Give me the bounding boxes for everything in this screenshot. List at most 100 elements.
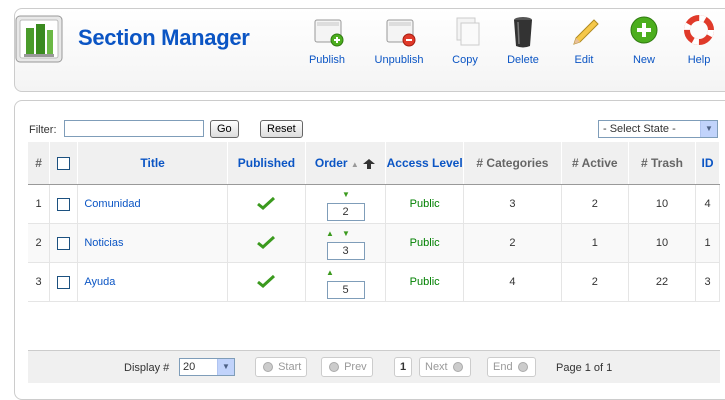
copy-button[interactable]: Copy	[438, 10, 492, 76]
edit-label: Edit	[574, 54, 594, 66]
trash-count: 10	[628, 184, 697, 224]
help-button[interactable]: Help	[672, 10, 725, 76]
filter-label: Filter:	[29, 124, 57, 136]
col-access-level[interactable]: Access Level	[385, 142, 465, 185]
active-count: 2	[561, 262, 629, 302]
col-title[interactable]: Title	[77, 142, 228, 185]
publish-button[interactable]: Publish	[300, 10, 354, 76]
new-label: New	[632, 54, 655, 66]
lifebuoy-icon	[684, 15, 714, 45]
sections-table: # Title Published Order ▲ Access Level #…	[28, 142, 720, 302]
edit-button[interactable]: Edit	[557, 10, 611, 76]
new-button[interactable]: New	[617, 10, 671, 76]
order-input[interactable]: 5	[326, 281, 365, 299]
next-icon	[452, 362, 463, 373]
unpublish-icon	[386, 19, 416, 47]
display-label: Display #	[124, 362, 170, 374]
state-select[interactable]: - Select State - ▼	[598, 120, 718, 138]
page-title: Section Manager	[78, 25, 250, 50]
col-num: #	[28, 142, 51, 185]
col-checkall[interactable]	[49, 142, 79, 185]
move-up-icon[interactable]: ▲	[326, 230, 334, 238]
col-categories: # Categories	[463, 142, 562, 185]
delete-button[interactable]: Delete	[496, 10, 550, 76]
col-published[interactable]: Published	[227, 142, 306, 185]
page-info: Page 1 of 1	[556, 362, 613, 374]
table-row: 3 Ayuda ▲ 5 Public 4 2 22 3	[28, 262, 720, 302]
row-id: 1	[695, 223, 720, 263]
categories-count: 4	[463, 262, 562, 302]
display-limit-select[interactable]: 20 ▼	[179, 358, 235, 376]
trash-icon	[514, 17, 532, 48]
section-manager-icon	[14, 14, 64, 64]
trash-count: 22	[628, 262, 697, 302]
filter-input[interactable]	[64, 120, 204, 137]
publish-label: Publish	[308, 54, 346, 66]
table-row: 1 Comunidad ▼ 2 Public 3 2 10 4	[28, 184, 720, 224]
sort-asc-icon: ▲	[350, 160, 359, 169]
prev-label: Prev	[344, 361, 367, 373]
unpublish-label: Unpublish	[374, 54, 424, 66]
reset-button[interactable]: Reset	[260, 120, 303, 138]
row-id: 3	[695, 262, 720, 302]
end-icon	[517, 362, 528, 373]
order-input[interactable]: 2	[326, 203, 365, 221]
table-row: 2 Noticias ▲ ▼ 3 Public 2 1 10 1	[28, 223, 720, 263]
pencil-icon	[573, 19, 599, 45]
end-button[interactable]: End	[487, 357, 536, 377]
col-id[interactable]: ID	[695, 142, 720, 185]
prev-icon	[329, 362, 339, 373]
display-limit-value: 20	[183, 361, 196, 373]
col-trash: # Trash	[628, 142, 697, 185]
published-check-icon[interactable]	[257, 196, 276, 210]
unpublish-button[interactable]: Unpublish	[372, 10, 426, 76]
move-down-icon[interactable]: ▼	[342, 191, 350, 199]
col-active: # Active	[561, 142, 629, 185]
check-all-checkbox[interactable]	[57, 157, 71, 171]
table-header-row: # Title Published Order ▲ Access Level #…	[28, 142, 720, 185]
published-check-icon[interactable]	[257, 235, 276, 249]
next-label: Next	[425, 361, 448, 373]
row-title-link[interactable]: Ayuda	[77, 262, 228, 302]
categories-count: 2	[463, 223, 562, 263]
plus-circle-icon	[630, 16, 658, 44]
row-num: 1	[28, 184, 51, 224]
delete-label: Delete	[507, 54, 539, 66]
start-button[interactable]: Start	[255, 357, 308, 377]
row-title-link[interactable]: Noticias	[77, 223, 228, 263]
categories-count: 3	[463, 184, 562, 224]
row-num: 3	[28, 262, 51, 302]
published-check-icon[interactable]	[257, 274, 276, 288]
row-id: 4	[695, 184, 720, 224]
row-checkbox[interactable]	[57, 197, 71, 211]
col-order-label: Order	[314, 156, 348, 170]
access-level-link[interactable]: Public	[385, 262, 465, 302]
move-down-icon[interactable]: ▼	[342, 230, 350, 238]
start-icon	[263, 362, 273, 373]
state-select-value: - Select State -	[603, 123, 676, 135]
save-order-icon[interactable]	[362, 158, 376, 170]
trash-count: 10	[628, 223, 697, 263]
go-button[interactable]: Go	[210, 120, 239, 138]
row-num: 2	[28, 223, 51, 263]
next-button[interactable]: Next	[419, 357, 471, 377]
chevron-down-icon: ▼	[217, 359, 234, 375]
col-order[interactable]: Order ▲	[305, 142, 387, 185]
current-page: 1	[394, 357, 412, 377]
order-input[interactable]: 3	[326, 242, 365, 260]
help-label: Help	[687, 54, 711, 66]
chevron-down-icon: ▼	[700, 121, 717, 137]
copy-label: Copy	[452, 54, 478, 66]
prev-button[interactable]: Prev	[321, 357, 373, 377]
end-label: End	[493, 361, 513, 373]
access-level-link[interactable]: Public	[385, 184, 465, 224]
row-checkbox[interactable]	[57, 275, 71, 289]
active-count: 2	[561, 184, 629, 224]
access-level-link[interactable]: Public	[385, 223, 465, 263]
move-up-icon[interactable]: ▲	[326, 269, 334, 277]
publish-icon	[314, 19, 344, 47]
row-checkbox[interactable]	[57, 236, 71, 250]
row-title-link[interactable]: Comunidad	[77, 184, 228, 224]
start-label: Start	[278, 361, 302, 373]
copy-icon	[456, 17, 480, 46]
